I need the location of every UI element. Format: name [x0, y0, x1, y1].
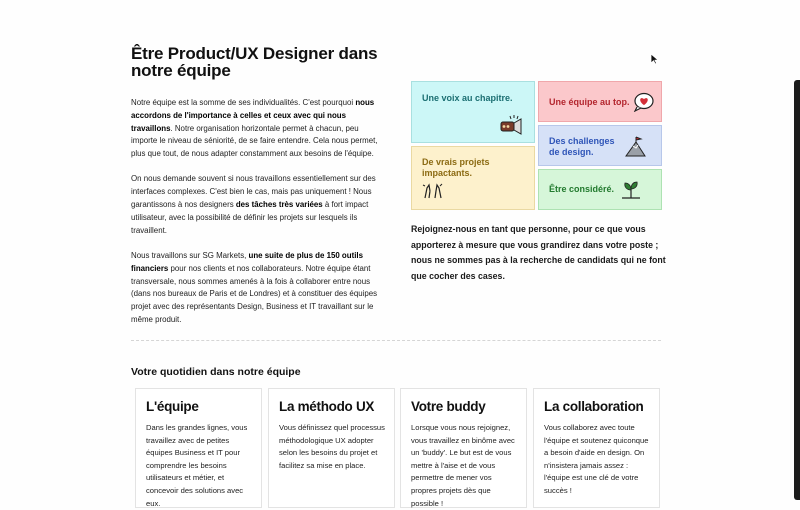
page-scrollbar[interactable]: [794, 80, 800, 500]
feature-card-title: La collaboration: [544, 399, 644, 414]
page: Être Product/UX Designer dans notre équi…: [0, 0, 800, 508]
feature-card-ux-method: La méthodo UX Vous définissez quel proce…: [268, 388, 395, 508]
mouse-cursor-icon: [650, 52, 660, 70]
feature-card-title: Votre buddy: [411, 399, 486, 414]
value-card-challenges: Des challenges de design.: [538, 125, 662, 166]
value-card-voice: Une voix au chapitre.: [411, 81, 535, 143]
feature-card-title: L'équipe: [146, 399, 199, 414]
daily-section-title: Votre quotidien dans notre équipe: [131, 366, 301, 378]
feature-card-text: Vous collaborez avec toute l'équipe et s…: [544, 423, 649, 495]
feature-card-collaboration: La collaboration Vous collaborez avec to…: [533, 388, 660, 508]
page-title: Être Product/UX Designer dans notre équi…: [131, 44, 378, 80]
feature-card-text: Vous définissez quel processus méthodolo…: [279, 423, 385, 470]
value-card-label: Des challenges de design.: [549, 136, 615, 157]
value-card-team: Une équipe au top.: [538, 81, 662, 122]
value-card-label: Une voix au chapitre.: [422, 93, 513, 103]
mountain-flag-icon: [625, 136, 649, 161]
heart-bubble-icon: [633, 92, 655, 115]
feature-card-text: Dans les grandes lignes, vous travaillez…: [146, 423, 248, 508]
hands-up-icon: [422, 182, 444, 203]
value-card-label: De vrais projets impactants.: [422, 157, 490, 178]
intro-paragraph-2: On nous demande souvent si nous travaill…: [131, 174, 376, 235]
feature-card-team: L'équipe Dans les grandes lignes, vous t…: [135, 388, 262, 508]
value-card-label: Une équipe au top.: [549, 97, 630, 107]
megaphone-icon: [498, 114, 524, 139]
intro-paragraph-3: Nous travaillons sur SG Markets, une sui…: [131, 250, 378, 324]
section-divider: [131, 340, 661, 341]
intro-text: Notre équipe est la somme de ses individ…: [131, 97, 386, 339]
intro-paragraph-1: Notre équipe est la somme de ses individ…: [131, 98, 378, 159]
feature-card-buddy: Votre buddy Lorsque vous nous rejoignez,…: [400, 388, 527, 508]
value-card-label: Être considéré.: [549, 184, 615, 194]
value-card-projects: De vrais projets impactants.: [411, 146, 535, 210]
feature-card-text: Lorsque vous nous rejoignez, vous travai…: [411, 423, 515, 508]
sprout-icon: [619, 178, 643, 203]
value-card-considered: Être considéré.: [538, 169, 662, 210]
feature-card-title: La méthodo UX: [279, 399, 375, 414]
join-statement: Rejoignez-nous en tant que personne, pou…: [411, 224, 666, 281]
